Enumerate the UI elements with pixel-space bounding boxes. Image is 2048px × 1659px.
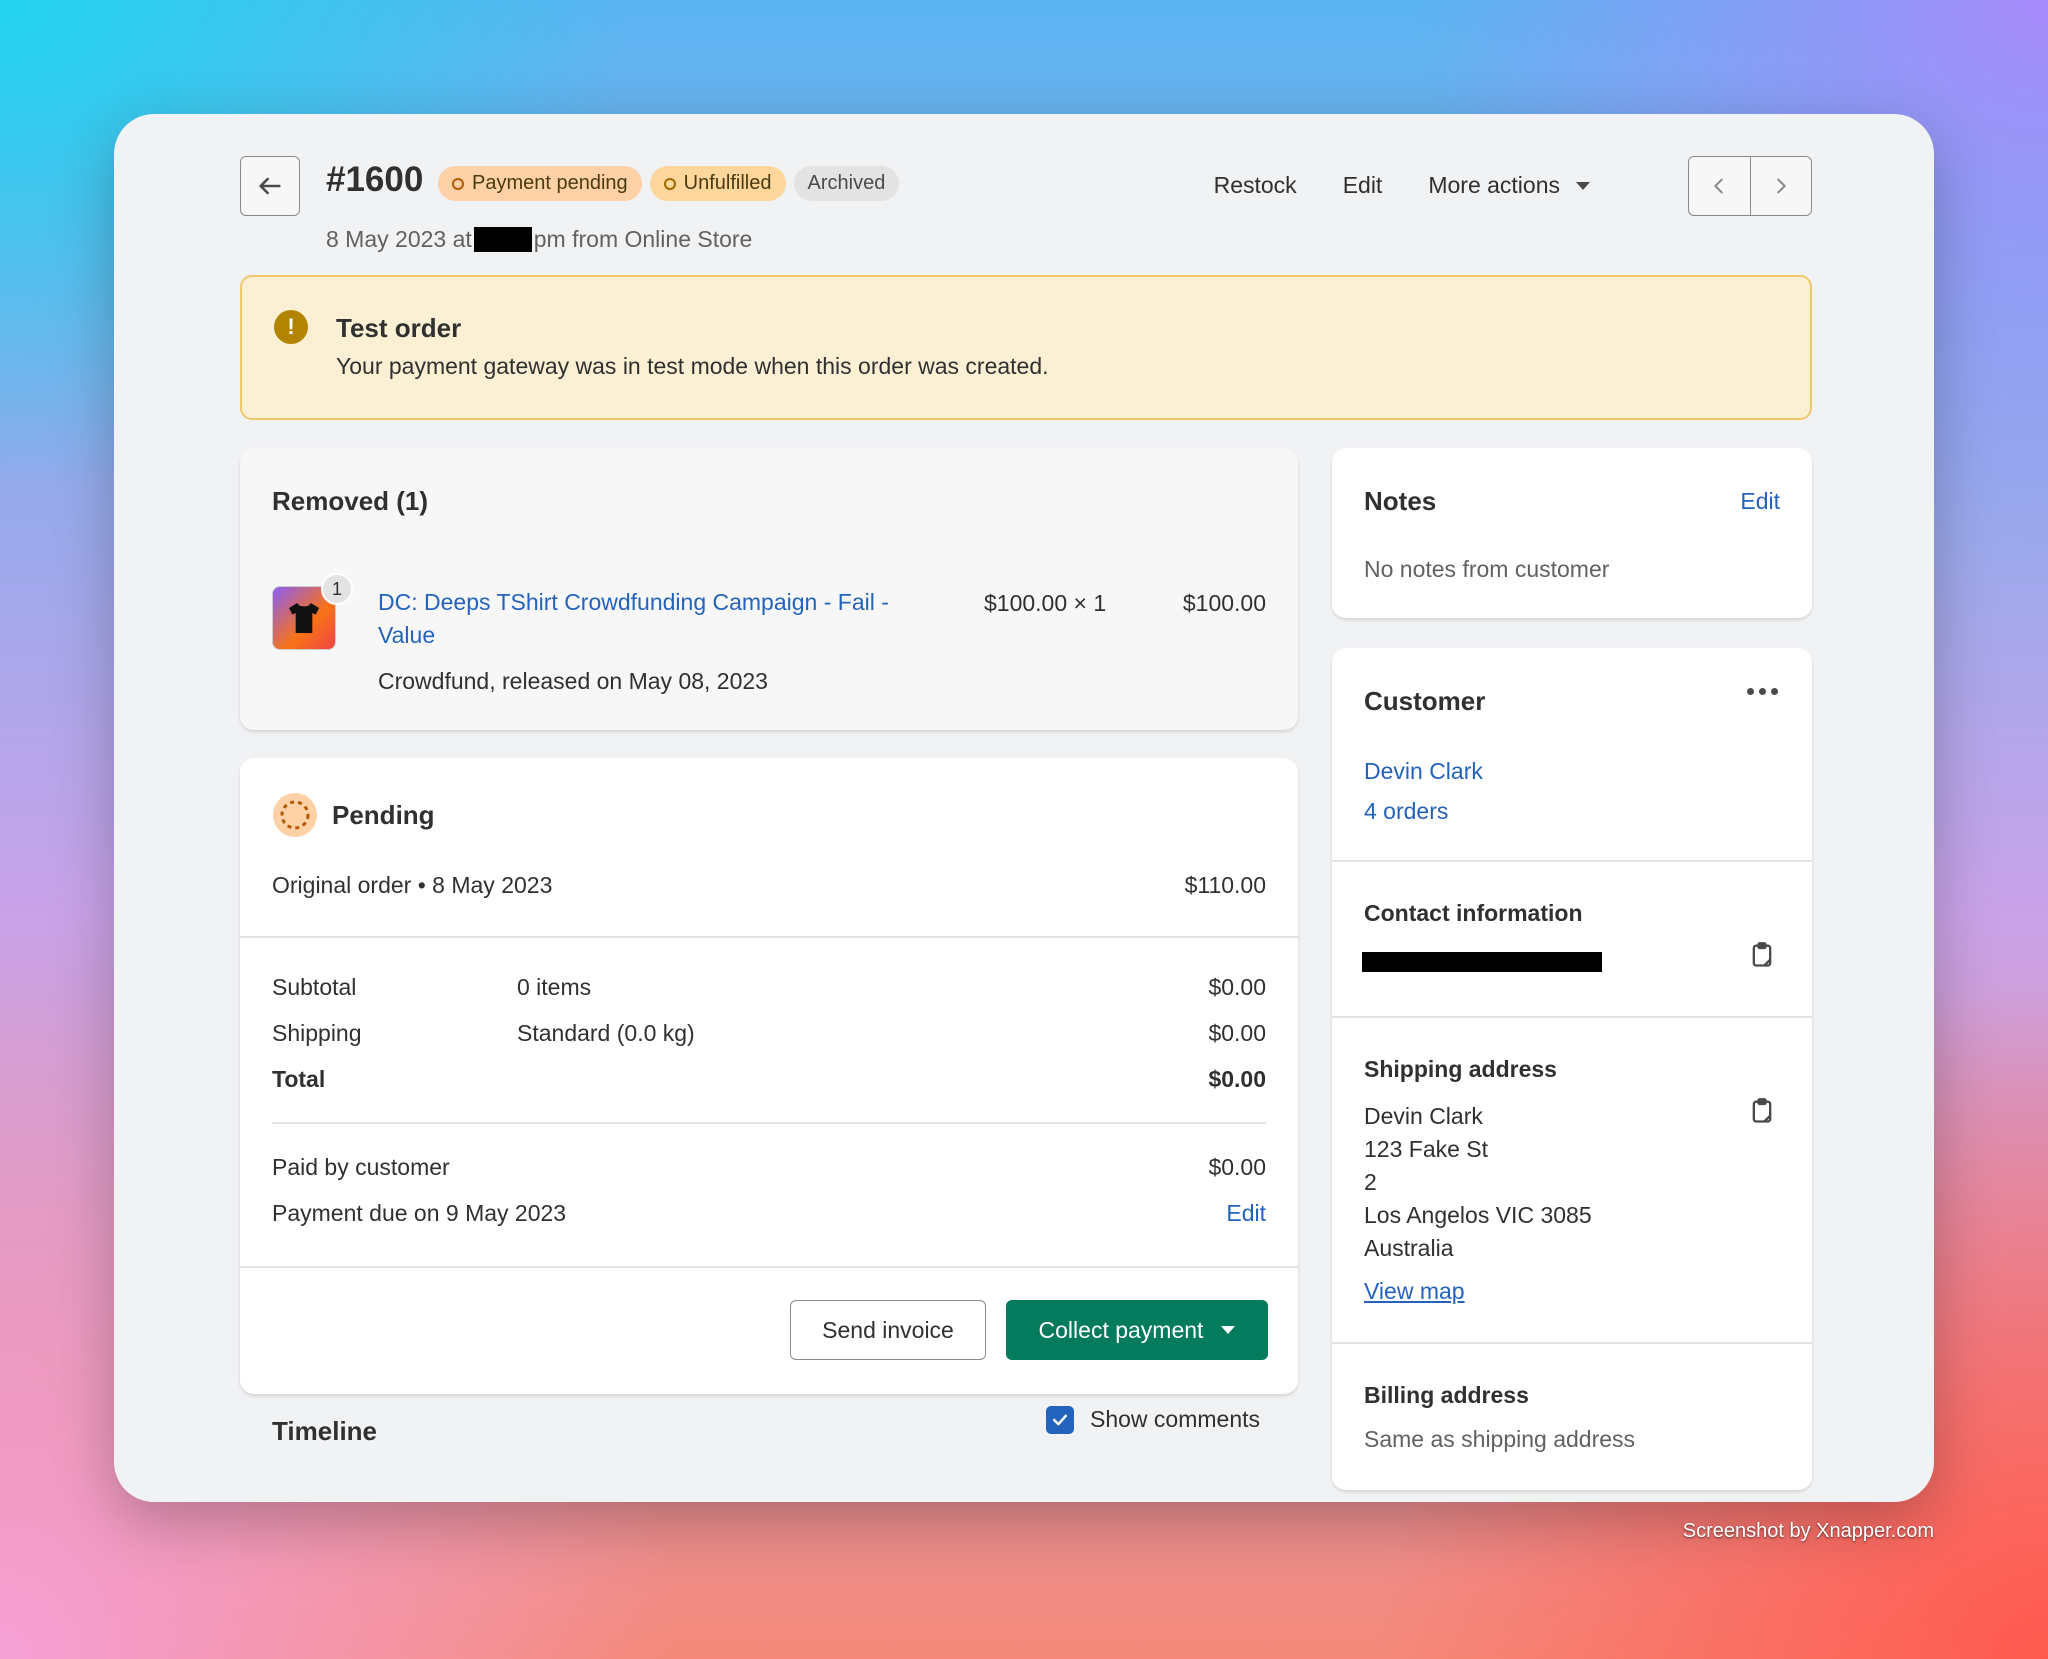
divider — [1332, 1016, 1812, 1018]
pending-status-icon — [273, 793, 317, 837]
customer-title: Customer — [1364, 686, 1486, 716]
shipping-label: Shipping — [272, 1020, 362, 1046]
product-name-line1: DC: Deeps TShirt Crowdfunding Campaign -… — [378, 589, 889, 615]
send-invoice-label: Send invoice — [822, 1316, 954, 1343]
address-line: Devin Clark — [1364, 1103, 1483, 1129]
fulfillment-status-badge: Unfulfilled — [649, 166, 786, 201]
show-comments-checkbox[interactable] — [1046, 1406, 1074, 1434]
order-window: #1600 Payment pending Unfulfilled Archiv… — [114, 114, 1934, 1502]
banner-title: Test order — [336, 313, 462, 343]
subtotal-label: Subtotal — [272, 974, 357, 1000]
shipping-address: Devin Clark 123 Fake St 2 Los Angelos VI… — [1364, 1100, 1592, 1265]
subtotal-value: $0.00 — [1208, 974, 1266, 1000]
archived-label: Archived — [807, 172, 886, 194]
order-date-line: 8 May 2023 at pm from Online Store — [326, 226, 752, 253]
address-line: 123 Fake St — [1364, 1136, 1489, 1162]
caret-down-icon — [1221, 1326, 1236, 1334]
divider — [272, 1122, 1266, 1124]
fulfillment-status-label: Unfulfilled — [683, 172, 772, 194]
removed-title: Removed (1) — [272, 486, 429, 516]
total-label: Total — [272, 1066, 326, 1092]
quantity-badge: 1 — [321, 573, 353, 605]
back-button[interactable] — [240, 156, 300, 216]
banner-text: Your payment gateway was in test mode wh… — [336, 353, 1049, 379]
arrow-left-icon — [259, 177, 281, 195]
order-date-prefix: 8 May 2023 at — [326, 226, 472, 252]
view-map-link[interactable]: View map — [1364, 1278, 1465, 1305]
paid-by-customer-label: Paid by customer — [272, 1154, 450, 1180]
chevron-left-icon — [1714, 178, 1724, 194]
previous-order-button[interactable] — [1689, 157, 1750, 215]
divider — [1332, 860, 1812, 862]
archived-badge: Archived — [793, 166, 900, 201]
copy-clipboard-icon[interactable] — [1748, 940, 1776, 970]
billing-address-text: Same as shipping address — [1364, 1426, 1636, 1452]
timeline-title: Timeline — [272, 1416, 378, 1446]
product-note: Crowdfund, released on May 08, 2023 — [378, 668, 768, 694]
total-value: $0.00 — [1208, 1066, 1266, 1092]
subtotal-desc: 0 items — [517, 974, 592, 1000]
product-link[interactable]: DC: Deeps TShirt Crowdfunding Campaign -… — [378, 586, 889, 652]
checkmark-icon — [1052, 1414, 1068, 1426]
notes-text: No notes from customer — [1364, 556, 1610, 582]
redacted-email — [1362, 952, 1602, 972]
send-invoice-button[interactable]: Send invoice — [790, 1300, 986, 1360]
chevron-right-icon — [1776, 178, 1786, 194]
edit-payment-due-link[interactable]: Edit — [1226, 1200, 1266, 1227]
screenshot-credit: Screenshot by Xnapper.com — [1682, 1520, 1934, 1542]
product-thumbnail: 1 — [272, 573, 353, 650]
customer-name-link[interactable]: Devin Clark — [1364, 758, 1483, 785]
more-options-icon[interactable] — [1747, 688, 1778, 695]
restock-button[interactable]: Restock — [1214, 172, 1297, 199]
test-order-banner: ! Test order Your payment gateway was in… — [240, 275, 1812, 420]
tshirt-icon — [289, 603, 319, 633]
divider — [240, 1266, 1298, 1268]
customer-card: Customer Devin Clark 4 orders Contact in… — [1332, 648, 1812, 1490]
payment-status-badge: Payment pending — [438, 166, 642, 201]
collect-payment-button[interactable]: Collect payment — [1006, 1300, 1268, 1360]
header-actions: Restock Edit More actions — [1214, 172, 1590, 199]
divider — [240, 936, 1298, 938]
original-order-value: $110.00 — [1184, 872, 1266, 898]
payment-status-label: Payment pending — [472, 172, 628, 194]
original-order-label: Original order • 8 May 2023 — [272, 872, 553, 898]
status-dot-icon — [452, 177, 464, 190]
caret-down-icon — [1576, 181, 1590, 190]
next-order-button[interactable] — [1749, 157, 1812, 215]
order-date-suffix: pm from Online Store — [533, 226, 753, 252]
payment-due-label: Payment due on 9 May 2023 — [272, 1200, 567, 1226]
address-line: Australia — [1364, 1235, 1454, 1261]
notes-title: Notes — [1364, 486, 1437, 516]
order-badges: Payment pending Unfulfilled Archived — [438, 166, 900, 201]
shipping-value: $0.00 — [1208, 1020, 1266, 1046]
address-line: Los Angelos VIC 3085 — [1364, 1202, 1592, 1228]
notes-card: Notes Edit No notes from customer — [1332, 448, 1812, 618]
product-name-line2: Value — [378, 622, 436, 648]
removed-items-card: Removed (1) 1 DC: Deeps TShirt Crowdfund… — [240, 448, 1298, 730]
redacted-time — [473, 227, 532, 252]
divider — [1332, 1342, 1812, 1344]
order-number: #1600 — [326, 160, 424, 199]
show-comments-label[interactable]: Show comments — [1090, 1406, 1260, 1433]
copy-clipboard-icon[interactable] — [1748, 1096, 1776, 1126]
product-unit-price: $100.00 × 1 — [984, 590, 1107, 616]
more-actions-label: More actions — [1428, 172, 1560, 198]
edit-notes-link[interactable]: Edit — [1740, 488, 1780, 515]
shipping-desc: Standard (0.0 kg) — [517, 1020, 695, 1046]
payment-pending-card: Pending Original order • 8 May 2023 $110… — [240, 758, 1298, 1394]
address-line: 2 — [1364, 1169, 1377, 1195]
paid-by-customer-value: $0.00 — [1208, 1154, 1266, 1180]
contact-information-title: Contact information — [1364, 900, 1583, 926]
product-total: $100.00 — [1182, 590, 1266, 616]
customer-orders-link[interactable]: 4 orders — [1364, 798, 1448, 825]
edit-order-button[interactable]: Edit — [1343, 172, 1383, 199]
order-pager — [1688, 156, 1812, 216]
warning-icon: ! — [274, 310, 308, 344]
status-dot-icon — [663, 177, 676, 190]
billing-address-title: Billing address — [1364, 1382, 1529, 1408]
more-actions-button[interactable]: More actions — [1428, 172, 1590, 199]
shipping-address-title: Shipping address — [1364, 1056, 1557, 1082]
pending-title: Pending — [332, 800, 435, 830]
collect-payment-label: Collect payment — [1038, 1316, 1204, 1343]
